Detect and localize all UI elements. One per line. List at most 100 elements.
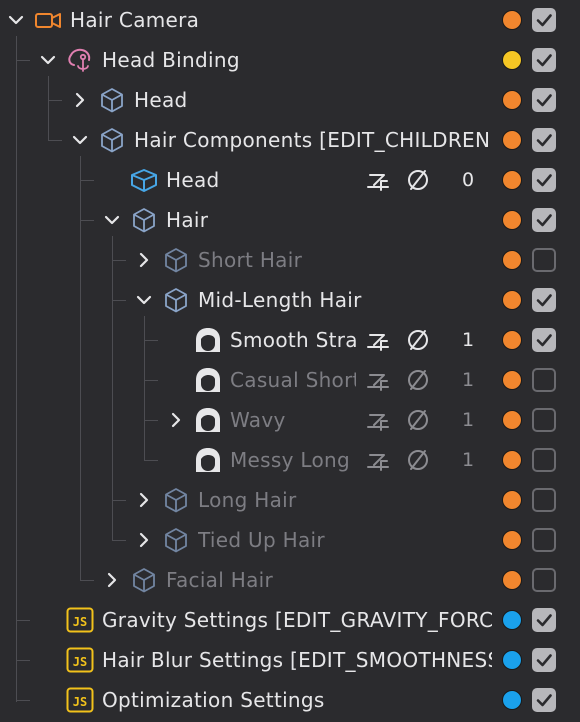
chevron-right-icon[interactable] (134, 530, 154, 550)
chevron-down-icon[interactable] (134, 290, 154, 310)
messy-long-row[interactable]: Messy Long 1 (0, 440, 580, 480)
reparent-icon[interactable] (365, 367, 391, 393)
visibility-checkbox[interactable] (532, 88, 556, 112)
layer-color-dot[interactable] (502, 530, 522, 550)
reparent-icon[interactable] (365, 327, 391, 353)
optimization-settings-row[interactable]: JS Optimization Settings (0, 680, 580, 720)
tree-guide-stub (80, 180, 94, 181)
casual-short-row[interactable]: Casual Short 1 (0, 360, 580, 400)
reparent-icon[interactable] (365, 447, 391, 473)
gravity-settings-row[interactable]: JS Gravity Settings [EDIT_GRAVITY_FORCE] (0, 600, 580, 640)
head-binding-row[interactable]: Head Binding (0, 40, 580, 80)
layer-color-dot[interactable] (502, 330, 522, 350)
layer-color-dot[interactable] (502, 650, 522, 670)
hair-row[interactable]: Hair (0, 200, 580, 240)
visibility-checkbox[interactable] (532, 208, 556, 232)
visibility-checkbox[interactable] (532, 48, 556, 72)
chevron-down-icon[interactable] (70, 130, 90, 150)
chevron-right-icon[interactable] (166, 410, 186, 430)
head-row[interactable]: Head (0, 80, 580, 120)
visibility-checkbox[interactable] (532, 328, 556, 352)
render-order-value: 1 (461, 329, 475, 351)
layer-color-dot[interactable] (502, 490, 522, 510)
row-label: Hair Camera (70, 8, 200, 32)
visibility-checkbox[interactable] (532, 168, 556, 192)
tree-guide-stub (144, 420, 158, 421)
layer-color-dot[interactable] (502, 450, 522, 470)
tree-guide-stub (16, 60, 30, 61)
visibility-checkbox[interactable] (532, 528, 556, 552)
chevron-down-icon[interactable] (6, 10, 26, 30)
layer-color-dot[interactable] (502, 10, 522, 30)
chevron-down-icon[interactable] (102, 210, 122, 230)
disabled-render-icon[interactable] (405, 447, 431, 473)
layer-color-dot[interactable] (502, 130, 522, 150)
render-order-value: 1 (461, 369, 475, 391)
tree-guide-stub (112, 260, 126, 261)
row-label: Wavy (230, 408, 286, 432)
smooth-straight-row[interactable]: Smooth Straight 1 (0, 320, 580, 360)
chevron-right-icon[interactable] (134, 250, 154, 270)
disabled-render-icon[interactable] (405, 367, 431, 393)
tree-guide-stub (16, 700, 30, 701)
layer-color-dot[interactable] (502, 690, 522, 710)
chevron-down-icon[interactable] (38, 50, 58, 70)
visibility-checkbox[interactable] (532, 448, 556, 472)
wavy-row[interactable]: Wavy 1 (0, 400, 580, 440)
reparent-icon[interactable] (365, 167, 391, 193)
tied-up-hair-row[interactable]: Tied Up Hair (0, 520, 580, 560)
disabled-render-icon[interactable] (405, 327, 431, 353)
tree-guide-stub (80, 220, 94, 221)
tree-guide-stub (144, 380, 158, 381)
short-hair-row[interactable]: Short Hair (0, 240, 580, 280)
tree-guide-stub (16, 660, 30, 661)
visibility-checkbox[interactable] (532, 368, 556, 392)
mesh-icon (130, 167, 158, 193)
visibility-checkbox[interactable] (532, 8, 556, 32)
layer-color-dot[interactable] (502, 170, 522, 190)
box-outline-icon (130, 567, 158, 593)
layer-color-dot[interactable] (502, 370, 522, 390)
visibility-checkbox[interactable] (532, 488, 556, 512)
facial-hair-row[interactable]: Facial Hair (0, 560, 580, 600)
visibility-checkbox[interactable] (532, 288, 556, 312)
long-hair-row[interactable]: Long Hair (0, 480, 580, 520)
layer-color-dot[interactable] (502, 570, 522, 590)
chevron-right-icon[interactable] (102, 570, 122, 590)
reparent-icon[interactable] (365, 407, 391, 433)
layer-color-dot[interactable] (502, 50, 522, 70)
hair-blur-settings-row[interactable]: JS Hair Blur Settings [EDIT_SMOOTHNESS] (0, 640, 580, 680)
visibility-checkbox[interactable] (532, 248, 556, 272)
visibility-checkbox[interactable] (532, 128, 556, 152)
row-label: Hair Components [EDIT_CHILDREN] (134, 128, 492, 152)
layer-color-dot[interactable] (502, 90, 522, 110)
layer-color-dot[interactable] (502, 410, 522, 430)
row-label: Long Hair (198, 488, 297, 512)
layer-color-dot[interactable] (502, 210, 522, 230)
tree-guide-stub (16, 620, 30, 621)
visibility-checkbox[interactable] (532, 568, 556, 592)
visibility-checkbox[interactable] (532, 408, 556, 432)
layer-color-dot[interactable] (502, 290, 522, 310)
row-label: Mid-Length Hair (198, 288, 362, 312)
anchor-person-icon (66, 47, 94, 73)
hair-components-row[interactable]: Hair Components [EDIT_CHILDREN] (0, 120, 580, 160)
disabled-render-icon[interactable] (405, 407, 431, 433)
chevron-right-icon[interactable] (134, 490, 154, 510)
layer-color-dot[interactable] (502, 610, 522, 630)
tree-guide-stub (80, 580, 94, 581)
box-outline-icon (162, 527, 190, 553)
disabled-render-icon[interactable] (405, 167, 431, 193)
js-script-icon: JS (66, 607, 94, 633)
mid-length-hair-row[interactable]: Mid-Length Hair (0, 280, 580, 320)
visibility-checkbox[interactable] (532, 688, 556, 712)
hair-camera-row[interactable]: Hair Camera (0, 0, 580, 40)
row-label: Short Hair (198, 248, 303, 272)
box-outline-icon (130, 207, 158, 233)
svg-text:JS: JS (73, 655, 87, 669)
chevron-right-icon[interactable] (70, 90, 90, 110)
visibility-checkbox[interactable] (532, 608, 556, 632)
visibility-checkbox[interactable] (532, 648, 556, 672)
head-mesh-row[interactable]: Head 0 (0, 160, 580, 200)
layer-color-dot[interactable] (502, 250, 522, 270)
